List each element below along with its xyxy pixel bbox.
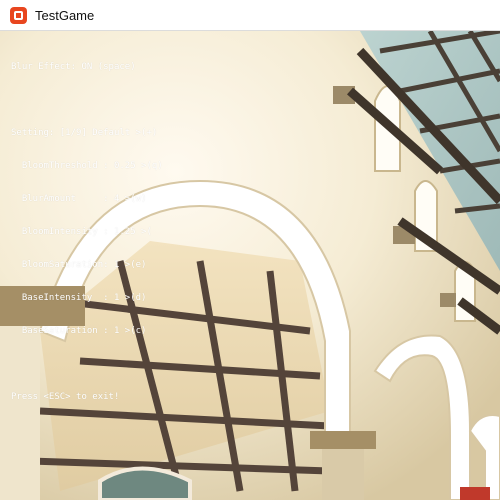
right-column: [322, 441, 364, 500]
right-capital: [310, 431, 376, 449]
param-bloom-intensity: BloomIntensity : 1.25 >(: [11, 227, 152, 237]
exit-hint: Press <ESC> to exit!: [11, 392, 120, 402]
corbel-3: [440, 293, 456, 307]
window-title: TestGame: [35, 7, 95, 23]
game-viewport[interactable]: Blur Effect: ON (space) Setting: [1/9] D…: [0, 31, 500, 500]
param-base-intensity: BaseIntensity : 1 >(d): [11, 293, 147, 303]
param-bloom-threshold: BloomThreshold : 0.25 >(q): [11, 161, 163, 171]
setting-status: Setting: [1/9] Default >(+): [11, 128, 158, 138]
param-base-saturation: BaseSaturation : 1 >(c): [11, 326, 147, 336]
blur-effect-status: Blur Effect: ON (space): [11, 62, 136, 72]
monogame-logo-icon: [10, 6, 27, 24]
window-titlebar[interactable]: TestGame: [0, 0, 500, 31]
debug-overlay: Blur Effect: ON (space) Setting: [1/9] D…: [11, 40, 163, 425]
lower-window: [98, 466, 192, 500]
param-bloom-saturation: BloomSaturation: 1 >(e): [11, 260, 147, 270]
red-badge: [460, 487, 490, 500]
param-blur-amount: BlurAmount : 4 >(w): [11, 194, 147, 204]
